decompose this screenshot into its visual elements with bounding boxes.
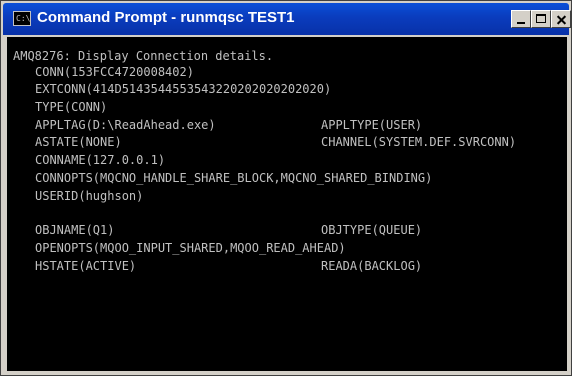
type-line: TYPE(CONN) [35, 100, 108, 114]
reada-line: READA(BACKLOG) [321, 259, 423, 273]
connopts-line: CONNOPTS(MQCNO_HANDLE_SHARE_BLOCK,MQCNO_… [35, 171, 433, 185]
console-output[interactable]: AMQ8276: Display Connection details. CON… [7, 37, 567, 371]
userid-line: USERID(hughson) [35, 189, 144, 203]
hstate-line: HSTATE(ACTIVE) [35, 259, 137, 273]
astate-line: ASTATE(NONE) [35, 135, 122, 149]
minimize-button[interactable] [511, 10, 531, 28]
conn-line: CONN(153FCC4720008402) [35, 65, 194, 79]
maximize-button[interactable] [531, 10, 551, 28]
appltype-line: APPLTYPE(USER) [321, 118, 423, 132]
objtype-line: OBJTYPE(QUEUE) [321, 223, 423, 237]
openopts-line: OPENOPTS(MQOO_INPUT_SHARED,MQOO_READ_AHE… [35, 241, 346, 255]
title-bar[interactable]: C:\ Command Prompt - runmqsc TEST1 [3, 3, 571, 35]
appltag-line: APPLTAG(D:\ReadAhead.exe) [35, 118, 216, 132]
channel-line: CHANNEL(SYSTEM.DEF.SVRCONN) [321, 135, 517, 149]
objname-line: OBJNAME(Q1) [35, 223, 115, 237]
window-title: Command Prompt - runmqsc TEST1 [37, 9, 295, 26]
extconn-line: EXTCONN(414D5143544553543220202020202020… [35, 82, 332, 96]
heading-line: AMQ8276: Display Connection details. [13, 49, 274, 63]
cmd-icon[interactable]: C:\ [13, 11, 31, 26]
conname-line: CONNAME(127.0.0.1) [35, 153, 166, 167]
command-prompt-window: C:\ Command Prompt - runmqsc TEST1 AMQ82… [0, 0, 572, 376]
close-button[interactable] [551, 10, 571, 28]
